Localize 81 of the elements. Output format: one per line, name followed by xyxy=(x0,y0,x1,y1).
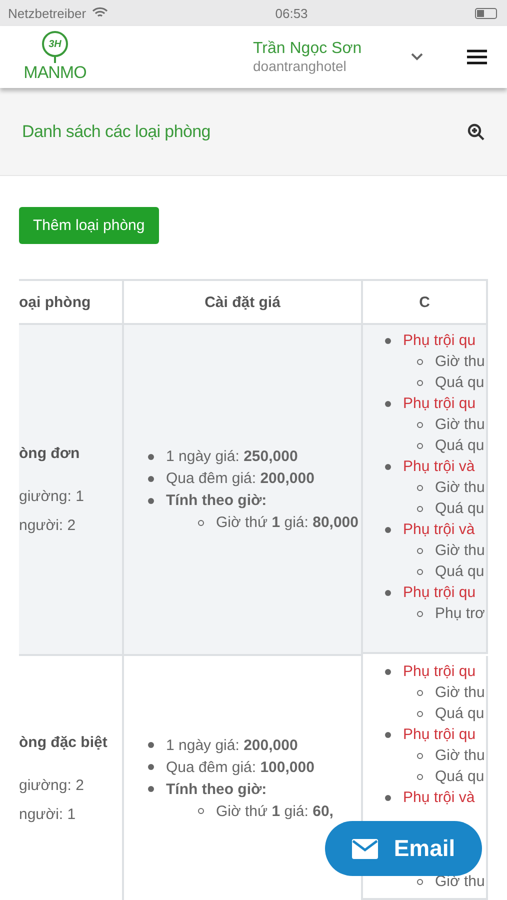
bullet-icon xyxy=(417,878,423,884)
bullet-icon xyxy=(148,498,154,504)
room-detail: giường: 2 xyxy=(19,776,85,794)
price-item: Tính theo giờ: xyxy=(166,492,267,509)
surcharge-title: Phụ trội và xyxy=(403,458,475,475)
surcharge-detail: Giờ thu xyxy=(435,747,485,764)
bullet-icon xyxy=(417,610,423,616)
logo-text: MANMO xyxy=(24,63,86,83)
add-room-type-button[interactable]: Thêm loại phòng xyxy=(19,207,159,244)
bullet-icon xyxy=(417,484,423,490)
bullet-icon xyxy=(385,464,391,470)
bullet-icon xyxy=(385,590,391,596)
surcharge-detail: Quá qu xyxy=(435,437,484,454)
room-detail: người: 2 xyxy=(19,517,77,534)
surcharge-detail: Giờ thu xyxy=(435,353,485,370)
surcharge-detail: Quá qu xyxy=(435,500,484,517)
surcharge-detail: Quá qu xyxy=(435,705,484,722)
bullet-icon xyxy=(417,710,423,716)
bullet-icon xyxy=(417,690,423,696)
logo-stem-icon xyxy=(54,57,56,63)
bullet-icon xyxy=(417,358,423,364)
surcharge-title: Phụ trội qu xyxy=(403,726,476,743)
surcharge-detail: Quá qu xyxy=(435,768,484,785)
bullet-icon xyxy=(417,506,423,512)
bullet-icon xyxy=(385,732,391,738)
price-item: Tính theo giờ: xyxy=(166,780,267,798)
envelope-icon xyxy=(352,838,378,858)
bullet-icon xyxy=(385,400,391,406)
bullet-icon xyxy=(148,742,154,748)
room-type-name: òng đặc biệt xyxy=(19,734,108,750)
battery-icon xyxy=(475,8,499,18)
bullet-icon xyxy=(385,526,391,532)
surcharge-title: Phụ trội qu xyxy=(403,332,476,349)
user-name: Trần Ngọc Sơn xyxy=(253,40,363,58)
price-item: Qua đêm giá: 100,000 xyxy=(166,758,314,776)
bullet-icon xyxy=(148,476,154,482)
bullet-icon xyxy=(198,520,204,526)
price-item: 1 ngày giá: 250,000 xyxy=(166,448,298,465)
surcharge-detail: Giờ thu xyxy=(435,416,485,433)
menu-icon[interactable] xyxy=(467,49,487,65)
bullet-icon xyxy=(417,442,423,448)
room-detail: giường: 1 xyxy=(19,488,85,505)
room-type-name: òng đơn xyxy=(19,445,81,462)
section-title: Danh sách các loại phòng xyxy=(22,122,210,142)
surcharge-title: Phụ trội và xyxy=(403,521,475,538)
bullet-icon xyxy=(417,422,423,428)
price-item: Giờ thứ 1 giá: 80,000 xyxy=(216,514,358,531)
email-button[interactable]: Email xyxy=(325,821,482,876)
bullet-icon xyxy=(148,454,154,460)
surcharge-detail: Quá qu xyxy=(435,563,484,580)
bullet-icon xyxy=(385,338,391,344)
bullet-icon xyxy=(385,794,391,800)
clock-time: 06:53 xyxy=(275,6,308,20)
hotel-name: doantranghotel xyxy=(253,58,348,74)
bullet-icon xyxy=(198,808,204,814)
bullet-icon xyxy=(417,548,423,554)
logo-badge: 3H xyxy=(42,31,68,57)
bullet-icon xyxy=(417,774,423,780)
price-item: Qua đêm giá: 200,000 xyxy=(166,470,314,487)
surcharge-detail: Quá qu xyxy=(435,374,484,391)
bullet-icon xyxy=(417,752,423,758)
zoom-in-icon[interactable] xyxy=(467,122,485,140)
chevron-down-icon[interactable] xyxy=(411,53,423,61)
bullet-icon xyxy=(148,786,154,792)
bullet-icon xyxy=(417,568,423,574)
surcharge-title: Phụ trội qu xyxy=(403,663,476,680)
wifi-icon xyxy=(92,7,108,19)
surcharge-title: Phụ trội qu xyxy=(403,584,476,601)
surcharge-detail: Giờ thu xyxy=(435,479,485,496)
surcharge-title: Phụ trội và xyxy=(403,789,475,806)
surcharge-detail: Phụ trơ xyxy=(435,605,485,622)
surcharge-detail: Giờ thu xyxy=(435,542,485,559)
surcharge-title: Phụ trội qu xyxy=(403,395,476,412)
surcharge-detail: Giờ thu xyxy=(435,684,485,701)
carrier-name: Netzbetreiber xyxy=(8,6,86,20)
bullet-icon xyxy=(417,380,423,386)
bullet-icon xyxy=(148,764,154,770)
room-detail: người: 1 xyxy=(19,806,77,822)
bullet-icon xyxy=(385,668,391,674)
price-item: Giờ thứ 1 giá: 60, xyxy=(216,802,334,820)
price-item: 1 ngày giá: 200,000 xyxy=(166,736,298,754)
